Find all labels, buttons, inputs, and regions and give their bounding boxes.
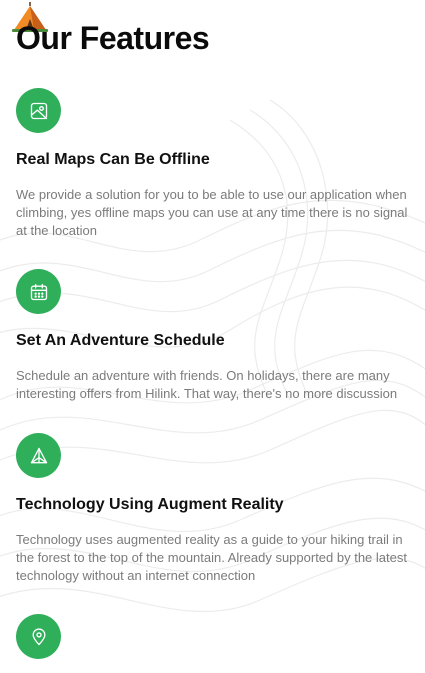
feature-icon-badge <box>16 614 61 659</box>
feature-description: Schedule an adventure with friends. On h… <box>16 368 398 401</box>
feature-item: Set An Adventure Schedule Schedule an ad… <box>16 269 408 401</box>
feature-title: Real Maps Can Be Offline <box>16 151 210 168</box>
tent-triangle-icon <box>30 447 47 463</box>
location-pin-icon <box>31 627 45 645</box>
feature-icon-badge <box>16 269 61 314</box>
page-title: Our Features <box>16 20 210 56</box>
map-icon <box>30 102 47 119</box>
calendar-icon <box>30 283 47 300</box>
feature-title: Technology Using Augment Reality <box>16 496 284 513</box>
feature-description: Technology uses augmented reality as a g… <box>16 532 407 583</box>
feature-item: Technology Using Augment Reality Technol… <box>16 433 408 583</box>
page-header: Our Features <box>12 0 409 60</box>
feature-item <box>16 614 408 659</box>
feature-icon-badge <box>16 88 61 133</box>
feature-item: Real Maps Can Be Offline We provide a so… <box>16 88 408 238</box>
feature-title: Set An Adventure Schedule <box>16 332 225 349</box>
feature-description: We provide a solution for you to be able… <box>16 187 408 238</box>
feature-icon-badge <box>16 433 61 478</box>
